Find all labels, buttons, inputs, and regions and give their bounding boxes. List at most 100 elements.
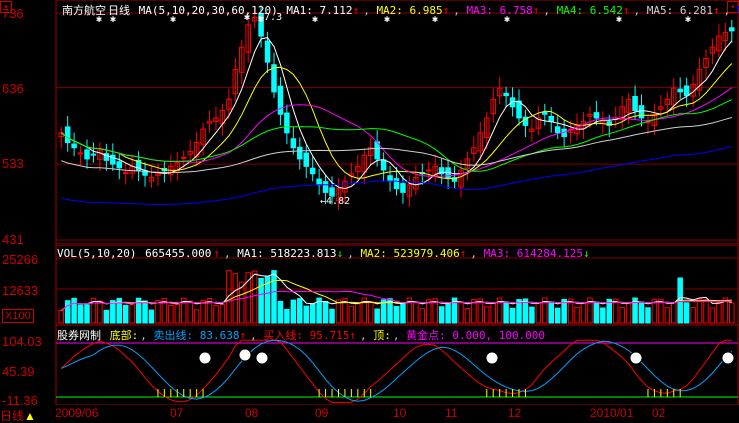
candle bbox=[490, 88, 496, 123]
candle bbox=[97, 142, 103, 171]
price-chart[interactable]: ✱ ✱ ✱ ✱ ✱ ✱ ✱ ✱ ✱ ✱ ✱ bbox=[0, 0, 739, 245]
price-label-top: 736 bbox=[2, 6, 24, 21]
volume-bar bbox=[97, 300, 103, 324]
candle bbox=[709, 38, 716, 65]
volume-bar bbox=[509, 307, 516, 324]
vol-label-1: 25266 bbox=[2, 252, 39, 267]
volume-bar bbox=[322, 301, 329, 324]
vol-label-2: 12633 bbox=[2, 283, 39, 298]
candle bbox=[548, 107, 554, 133]
volume-bar bbox=[554, 307, 561, 324]
volume-bar bbox=[58, 310, 64, 324]
volume-bar bbox=[490, 302, 496, 324]
volume-bar bbox=[484, 306, 490, 324]
candle bbox=[464, 151, 471, 181]
candle bbox=[522, 109, 529, 138]
ind-value-1: 底部: bbox=[109, 329, 139, 342]
volume-bar bbox=[290, 299, 297, 324]
sell-line bbox=[60, 339, 733, 402]
volume-bar bbox=[232, 273, 239, 324]
candle bbox=[535, 106, 542, 136]
volume-bar bbox=[329, 308, 335, 324]
stock-chart-window: ✱ ✱ ✱ ✱ ✱ ✱ ✱ ✱ ✱ ✱ ✱ ✦ ✦ 南方航空 日线 MA(5,10,20,30,60,… bbox=[0, 0, 739, 423]
candle bbox=[142, 162, 148, 187]
candle bbox=[219, 103, 226, 136]
candle bbox=[116, 153, 123, 180]
candle bbox=[271, 52, 277, 98]
x-axis-label: 09 bbox=[315, 406, 329, 420]
candle bbox=[239, 39, 245, 84]
volume-bar bbox=[600, 307, 606, 324]
top-signal-icon[interactable] bbox=[198, 351, 212, 365]
top-signal-icon[interactable] bbox=[485, 351, 499, 365]
candle bbox=[516, 89, 522, 126]
ma-params: MA(5,10,20,30,60,120) bbox=[138, 4, 278, 17]
volume-bar bbox=[193, 309, 200, 324]
ma-value-4: MA4: 6.542↑ bbox=[556, 4, 630, 17]
volume-bar bbox=[187, 300, 193, 324]
price-label-3: 533 bbox=[2, 156, 24, 171]
candle bbox=[284, 104, 290, 145]
candle bbox=[645, 115, 651, 134]
volume-bar bbox=[593, 301, 600, 324]
candle bbox=[451, 165, 458, 189]
candle bbox=[458, 159, 464, 198]
volume-bar bbox=[219, 303, 226, 324]
candle bbox=[213, 106, 219, 130]
high-annotation: ←7.3 bbox=[258, 12, 283, 23]
volume-bar bbox=[213, 305, 219, 324]
candle bbox=[683, 77, 690, 108]
ind-value-2: 卖出线: 83.638↑ bbox=[153, 329, 247, 342]
candle bbox=[600, 111, 606, 134]
ma-value-3: MA3: 6.758↑ bbox=[466, 4, 540, 17]
volume-bar bbox=[548, 301, 554, 324]
top-signal-icon[interactable] bbox=[721, 351, 735, 365]
candle bbox=[64, 115, 71, 152]
volume-bar bbox=[374, 308, 380, 324]
candle bbox=[729, 19, 735, 43]
volume-bar bbox=[277, 300, 284, 324]
vol-ma-value-1: MA1: 518223.813↓ bbox=[237, 247, 344, 260]
volume-bar bbox=[335, 299, 342, 324]
volume-bar bbox=[574, 306, 580, 324]
volume-bar bbox=[168, 305, 174, 324]
ma-value-1: MA1: 7.112↑ bbox=[286, 4, 360, 17]
candle bbox=[380, 152, 387, 182]
candle bbox=[226, 88, 232, 120]
candle bbox=[677, 77, 683, 99]
candle bbox=[71, 132, 77, 157]
top-signal-icon[interactable] bbox=[629, 351, 643, 365]
period-label: 日线 bbox=[108, 4, 130, 17]
volume-bar bbox=[251, 270, 258, 324]
volume-bar bbox=[529, 306, 535, 324]
top-signal-icon[interactable] bbox=[255, 351, 269, 365]
x-axis-label: 08 bbox=[245, 406, 259, 420]
candle bbox=[496, 76, 503, 105]
volume-bar bbox=[309, 303, 316, 324]
top-signal-icon[interactable] bbox=[238, 348, 252, 362]
ind-label-1: 104.03 bbox=[2, 334, 42, 349]
vol-ma-value-3: MA3: 614284.125↓ bbox=[483, 247, 590, 260]
volume-bar bbox=[142, 300, 148, 324]
candle bbox=[542, 103, 548, 126]
candle bbox=[703, 49, 709, 79]
volume-bar bbox=[709, 307, 716, 324]
volume-bar bbox=[400, 303, 406, 324]
volume-bar bbox=[71, 297, 77, 324]
volume-bar bbox=[103, 309, 110, 324]
volume-bar bbox=[129, 304, 135, 324]
candle bbox=[716, 24, 722, 58]
vol-header: VOL(5,10,20) 665455.000 ↑, MA1: 518223.81… bbox=[57, 247, 590, 260]
candle bbox=[696, 57, 703, 97]
period-switch-button[interactable]: 日线▲ bbox=[0, 407, 36, 423]
volume-bar bbox=[664, 307, 671, 324]
candle bbox=[297, 137, 303, 170]
volume-bar bbox=[619, 307, 625, 324]
volume-bar bbox=[200, 299, 206, 324]
candle bbox=[277, 77, 284, 126]
vol-multiplier: X100 bbox=[2, 309, 34, 323]
volume-bar bbox=[122, 304, 129, 324]
candle bbox=[413, 165, 419, 196]
candle bbox=[58, 126, 64, 149]
ma-value-5: MA5: 6.281↑ bbox=[646, 4, 720, 17]
